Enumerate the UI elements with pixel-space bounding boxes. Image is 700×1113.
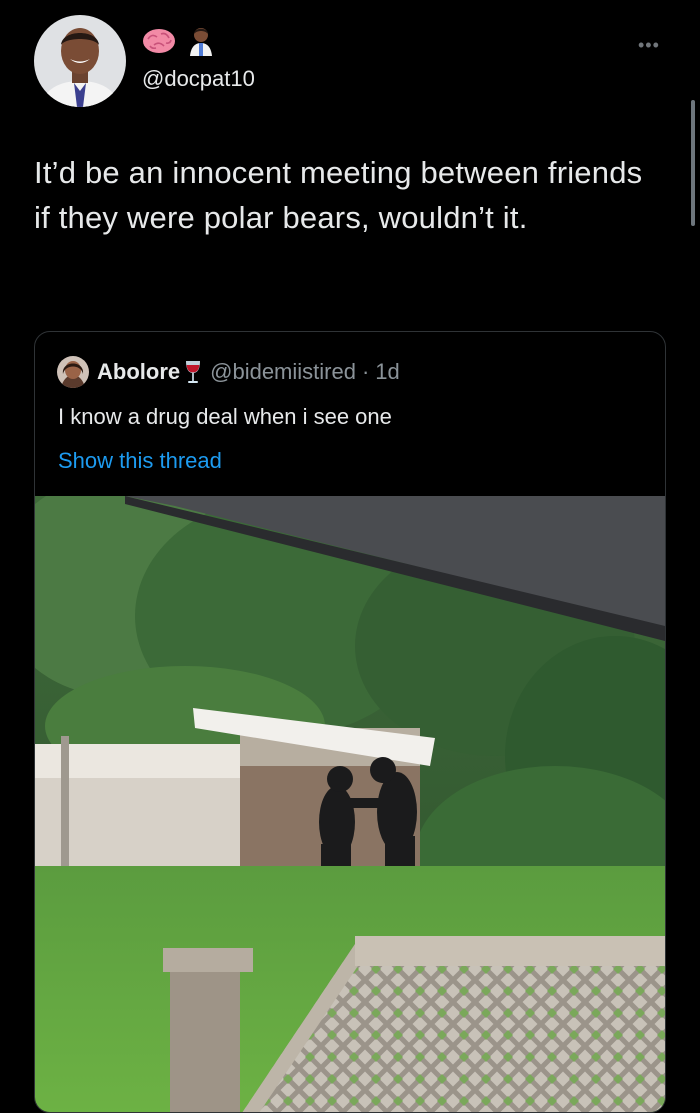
quoted-author-name[interactable]: Abolore <box>97 359 180 385</box>
brain-icon <box>142 27 176 60</box>
quoted-author-avatar[interactable] <box>57 356 89 388</box>
show-thread-link[interactable]: Show this thread <box>58 448 222 474</box>
quoted-tweet-header: Abolore @bidemiistired · 1d <box>57 354 400 390</box>
health-worker-icon <box>188 26 214 61</box>
dot-separator: · <box>361 359 370 384</box>
tweet-text: It’d be an innocent meeting between frie… <box>34 155 643 235</box>
quoted-tweet-image[interactable] <box>35 476 665 1112</box>
quoted-tweet-text: I know a drug deal when i see one <box>58 404 392 429</box>
quoted-tweet[interactable]: Abolore @bidemiistired · 1d I know a dru… <box>34 331 666 1113</box>
scrollbar[interactable] <box>691 100 695 226</box>
quoted-author-handle[interactable]: @bidemiistired <box>210 359 356 385</box>
quoted-timestamp[interactable]: 1d <box>375 359 399 385</box>
more-horizontal-icon[interactable]: ••• <box>638 36 660 54</box>
author-handle[interactable]: @docpat10 <box>142 66 255 92</box>
author-avatar[interactable] <box>34 15 126 107</box>
wine-glass-icon <box>184 359 202 385</box>
